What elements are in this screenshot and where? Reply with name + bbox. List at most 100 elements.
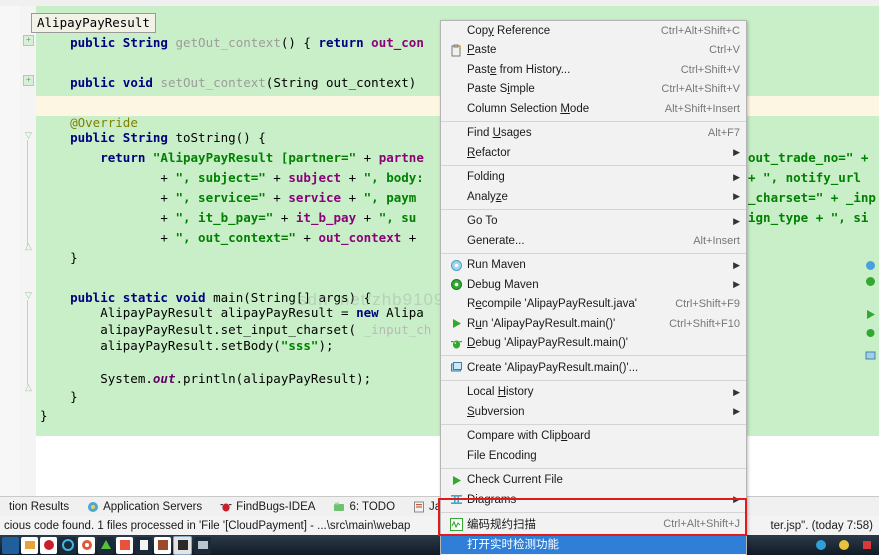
menu-item-recompile[interactable]: Recompile 'AlipayPayResult.java' Ctrl+Shi… (441, 295, 746, 315)
code-token: ", service=" (175, 190, 266, 205)
menu-item-debug-main[interactable]: Debug 'AlipayPayResult.main()' (441, 334, 746, 354)
menu-icon-placeholder (447, 23, 465, 39)
code-token: _charset=" + _inp (748, 190, 876, 205)
taskbar-icon-reader[interactable] (40, 536, 57, 554)
fold-marker-end-1[interactable]: △ (24, 242, 33, 251)
taskbar-icon-idea[interactable] (173, 535, 192, 555)
taskbar-icon-green-app[interactable] (97, 536, 114, 554)
menu-item-copy-reference[interactable]: Copy Reference Ctrl+Alt+Shift+C (441, 21, 746, 41)
toolwindow-findbugs-idea[interactable]: FindBugs-IDEA (211, 497, 324, 516)
taskbar-icon-explorer[interactable] (21, 536, 38, 554)
menu-item-debug-maven[interactable]: Debug Maven ▶ (441, 275, 746, 295)
code-token: ign_type + ", si (748, 210, 869, 225)
menu-item-label: Paste Simple (467, 83, 535, 96)
menu-item-label: Check Current File (467, 474, 563, 487)
run-gutter-icon-2[interactable] (865, 276, 876, 287)
taskbar-icon-misc[interactable] (154, 536, 171, 554)
tray-icon-2[interactable] (835, 537, 852, 554)
menu-item-shortcut: Ctrl+Alt+Shift+V (661, 83, 740, 96)
toolwindow-application-servers[interactable]: Application Servers (78, 497, 211, 516)
editor-line-gutter[interactable] (0, 6, 21, 496)
fold-marker-end-2[interactable]: △ (24, 383, 33, 392)
taskbar-icon-chrome[interactable] (78, 536, 95, 554)
fold-marker-expand-2[interactable]: + (23, 75, 34, 86)
menu-item-run-maven[interactable]: Run Maven ▶ (441, 256, 746, 276)
menu-item-subversion[interactable]: Subversion ▶ (441, 402, 746, 422)
code-token: out (152, 371, 176, 386)
tray-icon-1[interactable] (812, 537, 829, 554)
menu-item-label: Diagrams (467, 493, 517, 506)
menu-item-column-selection-mode[interactable]: Column Selection Mode Alt+Shift+Insert (441, 99, 746, 119)
run-gutter-icon-1[interactable] (865, 260, 876, 271)
code-token: ", it_b_pay=" (175, 210, 274, 225)
code-line: + ", out_context=" + out_context + (40, 228, 424, 248)
toolwindow-todo[interactable]: 6: TODO (324, 497, 404, 516)
maven-run-icon (447, 257, 465, 273)
run-gutter-debug-icon[interactable] (865, 327, 876, 338)
menu-item-compare-with-clipboard[interactable]: Compare with Clipboard (441, 427, 746, 447)
tool-window-label: FindBugs-IDEA (236, 500, 316, 513)
taskbar-icon-last[interactable] (194, 536, 211, 554)
menu-item-find-usages[interactable]: Find Usages Alt+F7 (441, 124, 746, 144)
menu-item-shortcut: Ctrl+Shift+V (680, 63, 740, 76)
menu-item-local-history[interactable]: Local History ▶ (441, 383, 746, 403)
menu-item-label: Go To (467, 215, 498, 228)
menu-item-run-main[interactable]: Run 'AlipayPayResult.main()' Ctrl+Shift+F… (441, 314, 746, 334)
taskbar-icon-office[interactable] (116, 536, 133, 554)
menu-icon-placeholder (447, 428, 465, 444)
menu-separator (441, 355, 746, 356)
menu-item-generate[interactable]: Generate... Alt+Insert (441, 231, 746, 251)
menu-item-coding-convention-scan[interactable]: 编码规约扫描 Ctrl+Alt+Shift+J (441, 515, 746, 535)
menu-item-folding[interactable]: Folding ▶ (441, 168, 746, 188)
fold-marker-collapse-1[interactable]: ▽ (24, 131, 33, 140)
editor-context-menu[interactable]: Copy Reference Ctrl+Alt+Shift+C Paste Ctrl+… (440, 20, 747, 555)
menu-item-paste-from-history[interactable]: Paste from History... Ctrl+Shift+V (441, 60, 746, 80)
menu-item-enable-realtime-detection[interactable]: 打开实时检测功能 (441, 534, 746, 554)
menu-item-shortcut: Alt+Shift+Insert (664, 102, 740, 115)
menu-item-create-config[interactable]: Create 'AlipayPayResult.main()'... (441, 358, 746, 378)
menu-icon-placeholder (447, 296, 465, 312)
code-token: + (40, 170, 176, 185)
code-token: + (40, 230, 176, 245)
fold-marker-collapse-2[interactable]: ▽ (24, 291, 33, 300)
menu-item-check-current-file[interactable]: Check Current File (441, 471, 746, 491)
code-line: } (40, 387, 78, 407)
menu-item-refactor[interactable]: Refactor ▶ (441, 143, 746, 163)
taskbar-icon-edge[interactable] (59, 536, 76, 554)
maven-debug-icon (447, 277, 465, 293)
breadcrumb-class-chip[interactable]: AlipayPayResult (31, 13, 156, 33)
code-token: .println(alipayPayResult); (175, 371, 372, 386)
menu-item-go-to[interactable]: Go To ▶ (441, 212, 746, 232)
chevron-right-icon: ▶ (733, 191, 740, 202)
code-token: alipayPayResult.set_input_charset( (40, 322, 357, 337)
code-line: + ", subject=" + subject + ", body: (40, 168, 423, 188)
run-gutter-play-icon[interactable] (865, 309, 876, 320)
code-line-right-fragment: out_trade_no=" + (748, 148, 876, 168)
toolwindow-inspection-results[interactable]: tion Results (0, 497, 78, 516)
menu-item-analyze[interactable]: Analyze ▶ (441, 187, 746, 207)
menu-item-label: Recompile 'AlipayPayResult.java' (467, 298, 637, 311)
code-token: toString() { (167, 130, 266, 145)
code-token: out_trade_no=" + (748, 150, 876, 165)
taskbar-icon-1[interactable] (2, 536, 19, 554)
fold-marker-expand-1[interactable]: + (23, 35, 34, 46)
taskbar-icon-notes[interactable] (135, 536, 152, 554)
menu-icon-placeholder (447, 169, 465, 185)
tray-icon-3[interactable] (858, 537, 875, 554)
menu-icon-placeholder (447, 536, 465, 552)
chevron-right-icon: ▶ (733, 406, 740, 417)
menu-item-paste[interactable]: Paste Ctrl+V (441, 41, 746, 61)
menu-item-label: Local History (467, 386, 534, 399)
run-gutter-config-icon[interactable] (865, 350, 876, 361)
code-token: + (40, 190, 176, 205)
menu-item-diagrams[interactable]: Diagrams ▶ (441, 490, 746, 510)
chevron-right-icon: ▶ (733, 386, 740, 397)
taskbar-icon-group[interactable] (0, 535, 211, 555)
chevron-right-icon: ▶ (733, 494, 740, 505)
menu-separator (441, 423, 746, 425)
taskbar-tray[interactable] (812, 535, 875, 555)
menu-item-paste-simple[interactable]: Paste Simple Ctrl+Alt+Shift+V (441, 80, 746, 100)
menu-item-file-encoding[interactable]: File Encoding (441, 446, 746, 466)
chevron-right-icon: ▶ (733, 279, 740, 290)
